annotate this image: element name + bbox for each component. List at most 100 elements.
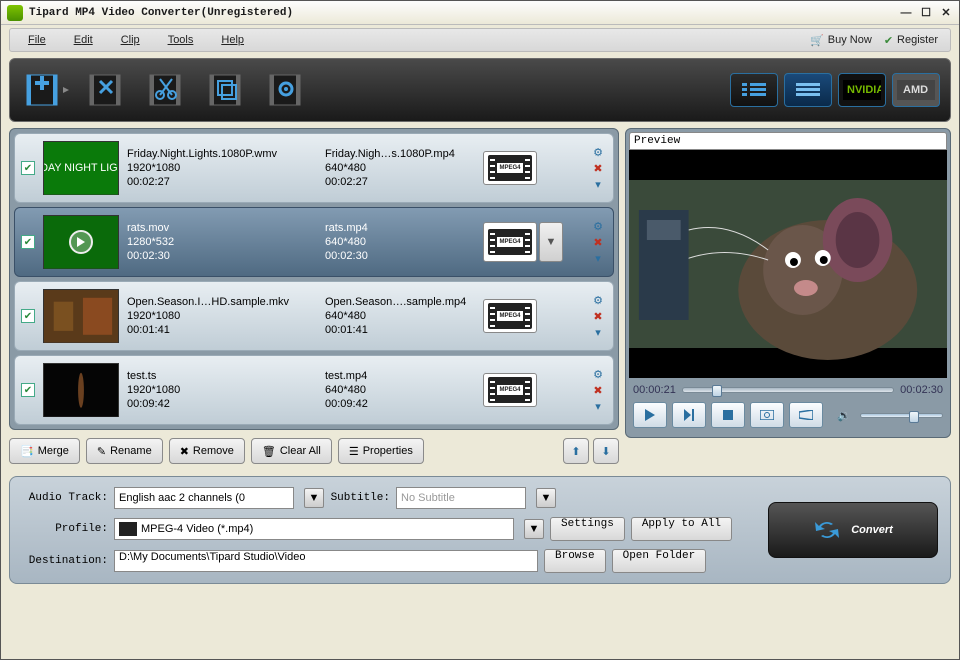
file-checkbox[interactable]: ✔ bbox=[21, 235, 35, 249]
register-label: Register bbox=[897, 34, 938, 46]
nvidia-badge: NVIDIA bbox=[838, 73, 886, 107]
play-button[interactable] bbox=[633, 402, 667, 428]
subtitle-value: No Subtitle bbox=[401, 492, 455, 504]
clear-all-button[interactable]: 🗑Clear All bbox=[251, 438, 332, 464]
register-link[interactable]: ✔ Register bbox=[884, 34, 938, 47]
trim-button[interactable] bbox=[140, 68, 192, 112]
volume-slider[interactable] bbox=[860, 413, 943, 418]
subtitle-label: Subtitle: bbox=[330, 492, 390, 504]
src-duration: 00:09:42 bbox=[127, 398, 317, 410]
src-filename: test.ts bbox=[127, 370, 317, 382]
src-resolution: 1920*1080 bbox=[127, 162, 317, 174]
audio-track-combo[interactable]: English aac 2 channels (0 bbox=[114, 487, 294, 509]
seek-slider[interactable] bbox=[682, 387, 894, 393]
dst-duration: 00:01:41 bbox=[325, 324, 475, 336]
file-checkbox[interactable]: ✔ bbox=[21, 309, 35, 323]
src-filename: Open.Season.I…HD.sample.mkv bbox=[127, 296, 317, 308]
file-row[interactable]: ✔FRIDAY NIGHT LIGHTSFriday.Night.Lights.… bbox=[14, 133, 614, 203]
file-row[interactable]: ✔test.ts1920*108000:09:42test.mp4640*480… bbox=[14, 355, 614, 425]
merge-button[interactable]: 📑Merge bbox=[9, 438, 80, 464]
convert-button[interactable]: Convert bbox=[768, 502, 938, 558]
dst-filename: rats.mp4 bbox=[325, 222, 475, 234]
browse-button[interactable]: Browse bbox=[544, 549, 606, 573]
buy-now-link[interactable]: 🛒 Buy Now bbox=[810, 34, 872, 47]
crop-button[interactable] bbox=[200, 68, 252, 112]
main-toolbar: NVIDIA AMD bbox=[9, 58, 951, 122]
snapshot-button[interactable] bbox=[750, 402, 784, 428]
dst-resolution: 640*480 bbox=[325, 310, 475, 322]
apply-to-all-button[interactable]: Apply to All bbox=[631, 517, 732, 541]
row-expand-icon[interactable]: ▾ bbox=[589, 399, 607, 413]
dst-duration: 00:02:30 bbox=[325, 250, 475, 262]
detail-view-button[interactable] bbox=[784, 73, 832, 107]
file-row[interactable]: ✔ Open.Season.I…HD.sample.mkv 1920*1080 00:… bbox=[14, 281, 614, 351]
output-format-badge[interactable]: MPEG4 bbox=[483, 299, 537, 333]
file-row[interactable]: ✔rats.mov1280*53200:02:30rats.mp4640*480… bbox=[14, 207, 614, 277]
step-button[interactable] bbox=[672, 402, 706, 428]
profile-dropdown[interactable]: ▼ bbox=[524, 519, 544, 539]
fullscreen-button[interactable] bbox=[789, 402, 823, 428]
output-format-badge[interactable]: MPEG4 bbox=[483, 222, 537, 262]
effect-button[interactable] bbox=[80, 68, 132, 112]
format-dropdown[interactable]: ▼ bbox=[539, 222, 563, 262]
properties-button[interactable]: ☰Properties bbox=[338, 438, 424, 464]
file-checkbox[interactable]: ✔ bbox=[21, 161, 35, 175]
profile-value: MPEG-4 Video (*.mp4) bbox=[141, 523, 253, 535]
rename-button[interactable]: ✎Rename bbox=[86, 438, 163, 464]
volume-thumb[interactable] bbox=[909, 411, 919, 423]
rename-label: Rename bbox=[110, 445, 152, 457]
dst-duration: 00:09:42 bbox=[325, 398, 475, 410]
remove-button[interactable]: ✖Remove bbox=[169, 438, 245, 464]
minimize-button[interactable]: — bbox=[899, 6, 913, 20]
row-settings-icon[interactable]: ⚙ bbox=[589, 293, 607, 307]
menu-file[interactable]: File bbox=[14, 31, 60, 49]
add-file-button[interactable] bbox=[20, 68, 72, 112]
dst-resolution: 640*480 bbox=[325, 384, 475, 396]
menu-help[interactable]: Help bbox=[207, 31, 258, 49]
merge-label: Merge bbox=[38, 445, 69, 457]
src-duration: 00:02:30 bbox=[127, 250, 317, 262]
preview-label: Preview bbox=[629, 132, 947, 150]
remove-label: Remove bbox=[193, 445, 234, 457]
open-folder-button[interactable]: Open Folder bbox=[612, 549, 707, 573]
seek-thumb[interactable] bbox=[712, 385, 722, 397]
output-format-badge[interactable]: MPEG4 bbox=[483, 373, 537, 407]
row-delete-icon[interactable]: ✖ bbox=[589, 383, 607, 397]
destination-value: D:\My Documents\Tipard Studio\Video bbox=[119, 551, 305, 563]
src-resolution: 1920*1080 bbox=[127, 310, 317, 322]
row-expand-icon[interactable]: ▾ bbox=[589, 251, 607, 265]
list-view-button[interactable] bbox=[730, 73, 778, 107]
row-delete-icon[interactable]: ✖ bbox=[589, 161, 607, 175]
settings-button[interactable] bbox=[260, 68, 312, 112]
audio-track-dropdown[interactable]: ▼ bbox=[304, 488, 324, 508]
row-expand-icon[interactable]: ▾ bbox=[589, 177, 607, 191]
dst-resolution: 640*480 bbox=[325, 162, 475, 174]
move-up-button[interactable]: ⬆ bbox=[563, 438, 589, 464]
menu-clip[interactable]: Clip bbox=[107, 31, 154, 49]
src-resolution: 1920*1080 bbox=[127, 384, 317, 396]
row-settings-icon[interactable]: ⚙ bbox=[589, 145, 607, 159]
row-delete-icon[interactable]: ✖ bbox=[589, 235, 607, 249]
output-format-badge[interactable]: MPEG4 bbox=[483, 151, 537, 185]
menu-edit[interactable]: Edit bbox=[60, 31, 107, 49]
row-delete-icon[interactable]: ✖ bbox=[589, 309, 607, 323]
maximize-button[interactable]: ☐ bbox=[919, 6, 933, 20]
dst-filename: Friday.Nigh…s.1080P.mp4 bbox=[325, 148, 475, 160]
file-list: ✔FRIDAY NIGHT LIGHTSFriday.Night.Lights.… bbox=[9, 128, 619, 430]
convert-label: Convert bbox=[851, 524, 893, 536]
subtitle-combo[interactable]: No Subtitle bbox=[396, 487, 526, 509]
profile-settings-button[interactable]: Settings bbox=[550, 517, 625, 541]
destination-input[interactable]: D:\My Documents\Tipard Studio\Video bbox=[114, 550, 538, 572]
file-checkbox[interactable]: ✔ bbox=[21, 383, 35, 397]
menu-tools[interactable]: Tools bbox=[154, 31, 208, 49]
profile-combo[interactable]: MPEG-4 Video (*.mp4) bbox=[114, 518, 514, 540]
row-settings-icon[interactable]: ⚙ bbox=[589, 219, 607, 233]
close-button[interactable]: ✕ bbox=[939, 6, 953, 20]
output-settings-panel: Audio Track: English aac 2 channels (0 ▼… bbox=[9, 476, 951, 584]
stop-button[interactable] bbox=[711, 402, 745, 428]
subtitle-dropdown[interactable]: ▼ bbox=[536, 488, 556, 508]
convert-icon bbox=[813, 516, 841, 544]
row-settings-icon[interactable]: ⚙ bbox=[589, 367, 607, 381]
move-down-button[interactable]: ⬇ bbox=[593, 438, 619, 464]
row-expand-icon[interactable]: ▾ bbox=[589, 325, 607, 339]
